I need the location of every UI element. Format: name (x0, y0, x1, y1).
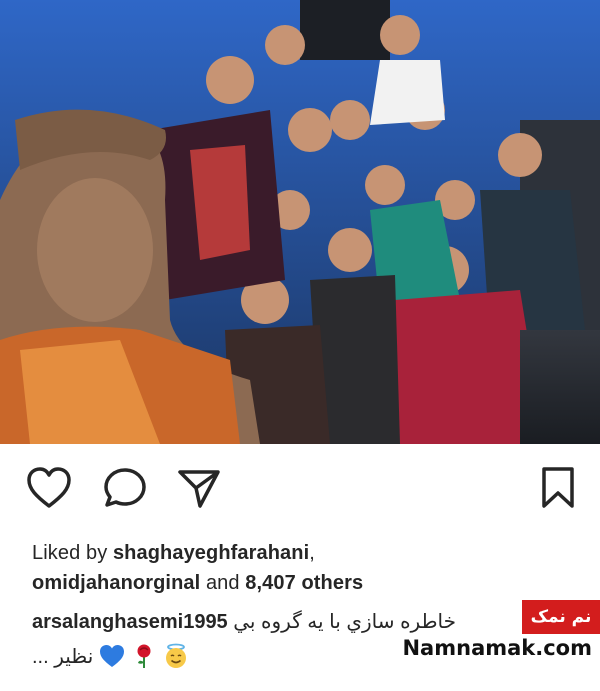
likes-separator: , (309, 542, 315, 564)
bookmark-icon (542, 467, 574, 508)
like-button[interactable] (26, 466, 72, 510)
group-selfie-image (0, 0, 600, 444)
liker-username-2[interactable]: omidjahanorginal (32, 572, 200, 594)
liker-username-1[interactable]: shaghayeghfarahani (113, 542, 309, 564)
send-icon (178, 470, 220, 508)
caption-text-line-2: نظير ... (32, 645, 94, 668)
watermark-site: Namnamak.com (402, 636, 592, 660)
caption-line-2: نظير ... (32, 640, 189, 672)
post-caption: arsalanghasemi1995 خاطره سازي با يه گروه… (32, 606, 572, 638)
blue-heart-icon (100, 645, 125, 667)
likes-prefix: Liked by (32, 542, 113, 564)
comment-button[interactable] (102, 466, 148, 510)
heart-icon (27, 467, 71, 508)
likes-and: and (200, 572, 246, 594)
share-button[interactable] (176, 466, 222, 510)
smiling-face-with-halo-icon (166, 643, 187, 668)
likes-count[interactable]: 8,407 others (245, 572, 363, 594)
comment-icon (104, 468, 146, 507)
likes-summary: Liked by shaghayeghfarahani, omidjahanor… (32, 538, 572, 598)
rose-icon (137, 644, 151, 668)
post-action-bar (0, 444, 600, 536)
caption-username[interactable]: arsalanghasemi1995 (32, 611, 228, 633)
post-photo[interactable] (0, 0, 600, 444)
save-button[interactable] (540, 466, 576, 510)
caption-text: خاطره سازي با يه گروه بي (233, 611, 456, 633)
watermark-badge: نم نمک (522, 600, 600, 634)
